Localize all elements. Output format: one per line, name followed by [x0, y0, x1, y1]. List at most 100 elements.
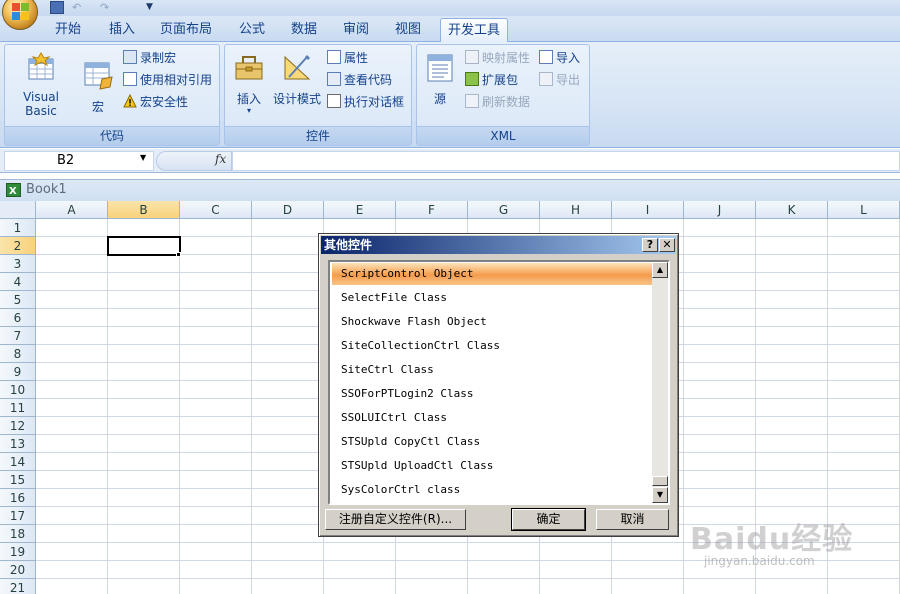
- tab-insert[interactable]: 插入: [100, 18, 144, 42]
- dialog-titlebar[interactable]: 其他控件 ? ✕: [321, 236, 676, 254]
- tab-developer[interactable]: 开发工具: [440, 18, 508, 42]
- tab-formulas[interactable]: 公式: [230, 18, 274, 42]
- ok-button[interactable]: 确定: [511, 508, 586, 531]
- row-header[interactable]: 6: [0, 309, 36, 327]
- row-header[interactable]: 5: [0, 291, 36, 309]
- fill-handle[interactable]: [176, 252, 181, 257]
- scroll-up-icon[interactable]: ▲: [652, 262, 668, 278]
- list-item[interactable]: SSOForPTLogin2 Class: [332, 383, 654, 405]
- list-item[interactable]: ScriptControl Object: [332, 263, 654, 285]
- xml-source-button[interactable]: 源: [423, 51, 457, 107]
- active-cell-b2[interactable]: [107, 236, 181, 256]
- column-header[interactable]: F: [396, 201, 468, 219]
- column-header[interactable]: C: [180, 201, 252, 219]
- list-item[interactable]: SiteCollectionCtrl Class: [332, 335, 654, 357]
- column-header[interactable]: E: [324, 201, 396, 219]
- tab-review[interactable]: 审阅: [334, 18, 378, 42]
- visual-basic-button[interactable]: Visual Basic: [7, 51, 75, 118]
- tab-home[interactable]: 开始: [46, 18, 90, 42]
- map-properties-label: 映射属性: [482, 51, 531, 65]
- list-item[interactable]: STSUpld UploadCtl Class: [332, 455, 654, 477]
- macros-label: 宏: [91, 100, 104, 114]
- close-button[interactable]: ✕: [659, 238, 675, 252]
- list-item[interactable]: SSOLUICtrl Class: [332, 407, 654, 429]
- column-header[interactable]: B: [108, 201, 180, 219]
- column-header[interactable]: H: [540, 201, 612, 219]
- design-mode-label: 设计模式: [272, 92, 321, 106]
- help-button[interactable]: ?: [642, 238, 658, 252]
- column-header[interactable]: L: [828, 201, 900, 219]
- insert-control-button[interactable]: 插入 ▾: [229, 51, 269, 115]
- list-item[interactable]: STSUpld CopyCtl Class: [332, 431, 654, 453]
- row-header[interactable]: 16: [0, 489, 36, 507]
- row-header[interactable]: 21: [0, 579, 36, 594]
- row-header[interactable]: 17: [0, 507, 36, 525]
- properties-button[interactable]: 属性: [327, 49, 368, 67]
- tab-data[interactable]: 数据: [282, 18, 326, 42]
- row-header[interactable]: 10: [0, 381, 36, 399]
- macros-button[interactable]: 宏: [81, 59, 115, 115]
- controls-list[interactable]: ScriptControl Object SelectFile Class Shoc…: [328, 260, 670, 505]
- view-code-button[interactable]: 查看代码: [327, 71, 392, 89]
- row-header[interactable]: 20: [0, 561, 36, 579]
- undo-icon[interactable]: ↶: [72, 1, 86, 14]
- warning-icon: [123, 94, 137, 108]
- xml-source-label: 源: [433, 92, 446, 106]
- row-header[interactable]: 4: [0, 273, 36, 291]
- list-item[interactable]: Shockwave Flash Object: [332, 311, 654, 333]
- column-header[interactable]: K: [756, 201, 828, 219]
- row-header[interactable]: 18: [0, 525, 36, 543]
- insert-function-button[interactable]: fx: [215, 152, 226, 166]
- tab-page-layout[interactable]: 页面布局: [152, 18, 220, 42]
- name-box-dropdown-icon[interactable]: ▼: [140, 153, 146, 162]
- row-header[interactable]: 1: [0, 219, 36, 237]
- row-header[interactable]: 3: [0, 255, 36, 273]
- toolbox-icon: [235, 56, 263, 80]
- cancel-button[interactable]: 取消: [596, 509, 669, 530]
- list-item[interactable]: SiteCtrl Class: [332, 359, 654, 381]
- row-header[interactable]: 2: [0, 237, 36, 255]
- redo-icon[interactable]: ↷: [100, 1, 114, 14]
- column-header[interactable]: D: [252, 201, 324, 219]
- macro-security-button[interactable]: 宏安全性: [123, 93, 188, 111]
- list-scrollbar[interactable]: ▲ ▼: [652, 262, 668, 503]
- row-header[interactable]: 15: [0, 471, 36, 489]
- scrollbar-thumb[interactable]: [652, 476, 668, 486]
- more-controls-dialog: 其他控件 ? ✕ ScriptControl Object SelectFile …: [318, 233, 679, 537]
- row-header[interactable]: 7: [0, 327, 36, 345]
- tab-view[interactable]: 视图: [386, 18, 430, 42]
- design-mode-button[interactable]: 设计模式: [271, 51, 323, 107]
- register-custom-button[interactable]: 注册自定义控件(R)...: [325, 509, 466, 530]
- save-icon[interactable]: [50, 1, 64, 14]
- refresh-data-button[interactable]: 刷新数据: [465, 93, 530, 111]
- relative-references-button[interactable]: 使用相对引用: [123, 71, 212, 89]
- row-header[interactable]: 9: [0, 363, 36, 381]
- customize-qat-icon[interactable]: ▼: [146, 1, 160, 14]
- column-header[interactable]: I: [612, 201, 684, 219]
- insert-dropdown-icon: ▾: [246, 106, 251, 115]
- row-header[interactable]: 13: [0, 435, 36, 453]
- row-header[interactable]: 12: [0, 417, 36, 435]
- export-button[interactable]: 导出: [539, 71, 580, 89]
- map-properties-button[interactable]: 映射属性: [465, 49, 530, 67]
- view-code-label: 查看代码: [344, 73, 393, 87]
- formula-input[interactable]: [232, 151, 900, 171]
- import-button[interactable]: 导入: [539, 49, 580, 67]
- list-item[interactable]: SysColorCtrl class: [332, 479, 654, 501]
- select-all-corner[interactable]: [0, 201, 36, 219]
- list-item[interactable]: SelectFile Class: [332, 287, 654, 309]
- row-header[interactable]: 14: [0, 453, 36, 471]
- row-header[interactable]: 19: [0, 543, 36, 561]
- record-macro-button[interactable]: 录制宏: [123, 49, 176, 67]
- run-dialog-button[interactable]: 执行对话框: [327, 93, 404, 111]
- excel-workbook-icon: [6, 182, 21, 202]
- name-box[interactable]: B2: [4, 151, 154, 171]
- column-header[interactable]: A: [36, 201, 108, 219]
- row-header[interactable]: 11: [0, 399, 36, 417]
- expansion-packs-button[interactable]: 扩展包: [465, 71, 518, 89]
- scroll-down-icon[interactable]: ▼: [652, 487, 668, 503]
- column-header[interactable]: J: [684, 201, 756, 219]
- formula-bar: B2 ▼ fx: [0, 149, 900, 173]
- column-header[interactable]: G: [468, 201, 540, 219]
- row-header[interactable]: 8: [0, 345, 36, 363]
